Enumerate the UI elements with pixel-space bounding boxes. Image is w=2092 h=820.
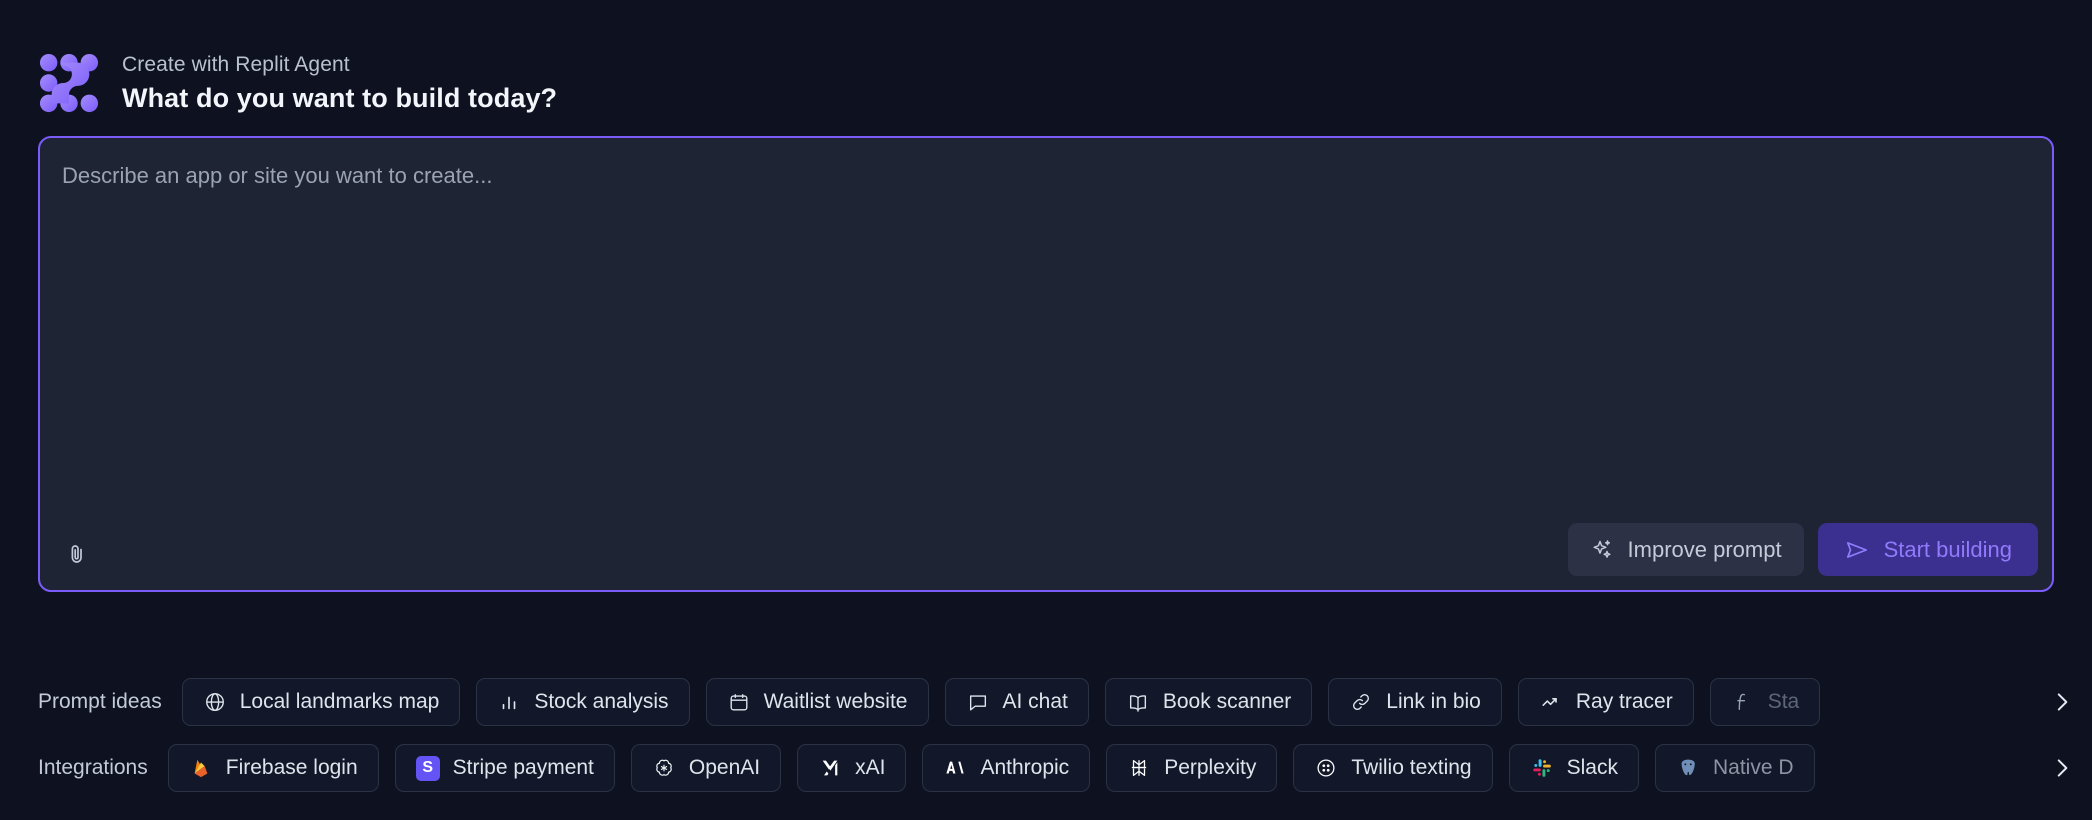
integrations-chips: Firebase login S Stripe payment OpenAI x… bbox=[167, 744, 1815, 792]
chip-label: Stripe payment bbox=[452, 756, 594, 779]
chip-label: Waitlist website bbox=[763, 690, 908, 713]
paperclip-icon bbox=[71, 545, 82, 563]
chip-label: Book scanner bbox=[1162, 690, 1292, 713]
integration-chip-stripe-payment[interactable]: S Stripe payment bbox=[394, 744, 615, 792]
start-building-label: Start building bbox=[1883, 536, 2012, 562]
slack-icon bbox=[1530, 756, 1554, 780]
prompt-input-placeholder[interactable]: Describe an app or site you want to crea… bbox=[62, 163, 492, 189]
start-building-button[interactable]: Start building bbox=[1817, 523, 2038, 576]
integration-chip-twilio-texting[interactable]: Twilio texting bbox=[1293, 744, 1493, 792]
anthropic-icon bbox=[943, 756, 967, 780]
prompt-ideas-fade bbox=[1886, 672, 2026, 732]
stripe-icon: S bbox=[415, 755, 440, 781]
book-open-icon bbox=[1126, 690, 1150, 714]
chip-label: Firebase login bbox=[225, 756, 358, 779]
integration-chip-xai[interactable]: xAI bbox=[797, 744, 907, 792]
integrations-fade bbox=[1886, 738, 2026, 798]
improve-prompt-button[interactable]: Improve prompt bbox=[1567, 523, 1804, 576]
globe-icon bbox=[203, 690, 227, 714]
chevron-right-icon bbox=[2057, 759, 2068, 777]
integration-chip-perplexity[interactable]: Perplexity bbox=[1106, 744, 1278, 792]
prompt-chip-local-landmarks-map[interactable]: Local landmarks map bbox=[181, 678, 461, 726]
prompt-ideas-scroll-right-button[interactable] bbox=[2042, 682, 2082, 722]
bar-chart-icon bbox=[497, 690, 521, 714]
prompt-chip-ray-tracer[interactable]: Ray tracer bbox=[1517, 678, 1694, 726]
chip-label: Anthropic bbox=[980, 756, 1070, 779]
trending-up-icon bbox=[1539, 690, 1563, 714]
integrations-scroll-right-button[interactable] bbox=[2042, 748, 2082, 788]
integration-chip-anthropic[interactable]: Anthropic bbox=[922, 744, 1091, 792]
chip-label: Ray tracer bbox=[1575, 690, 1673, 713]
prompt-ideas-chips: Local landmarks map Stock analysis Waitl… bbox=[181, 678, 1821, 726]
openai-icon bbox=[652, 756, 676, 780]
attach-file-button[interactable] bbox=[58, 535, 96, 573]
chip-label: Perplexity bbox=[1164, 756, 1257, 779]
prompt-ideas-row: Prompt ideas Local landmarks map Stock a bbox=[38, 672, 2092, 732]
chip-label: Twilio texting bbox=[1351, 756, 1472, 779]
xai-icon bbox=[818, 756, 842, 780]
chip-label: Link in bio bbox=[1386, 690, 1481, 713]
prompt-ideas-label: Prompt ideas bbox=[38, 690, 162, 713]
postgresql-icon bbox=[1676, 756, 1700, 780]
integration-chip-native-database[interactable]: Native D bbox=[1654, 744, 1815, 792]
function-icon bbox=[1731, 690, 1755, 714]
chip-label: xAI bbox=[855, 756, 886, 779]
perplexity-icon bbox=[1127, 756, 1151, 780]
prompt-chip-waitlist-website[interactable]: Waitlist website bbox=[705, 678, 929, 726]
integrations-row: Integrations Firebase login S Stripe pay… bbox=[38, 738, 2092, 798]
page-header: Create with Replit Agent What do you wan… bbox=[38, 0, 2054, 114]
integration-chip-slack[interactable]: Slack bbox=[1508, 744, 1639, 792]
integrations-label: Integrations bbox=[38, 756, 148, 779]
prompt-composer[interactable]: Describe an app or site you want to crea… bbox=[38, 136, 2054, 592]
chip-label: Local landmarks map bbox=[239, 690, 440, 713]
prompt-chip-ai-chat[interactable]: AI chat bbox=[944, 678, 1089, 726]
chip-label: AI chat bbox=[1002, 690, 1068, 713]
page-eyebrow: Create with Replit Agent bbox=[122, 52, 350, 76]
message-square-icon bbox=[966, 690, 990, 714]
composer-actions: Improve prompt Start building bbox=[1567, 523, 2038, 576]
chip-label: Native D bbox=[1712, 756, 1794, 779]
link-icon bbox=[1349, 690, 1373, 714]
improve-prompt-label: Improve prompt bbox=[1627, 536, 1782, 562]
chip-label: Slack bbox=[1566, 756, 1618, 779]
firebase-icon bbox=[189, 756, 213, 780]
prompt-chip-book-scanner[interactable]: Book scanner bbox=[1104, 678, 1313, 726]
integration-chip-openai[interactable]: OpenAI bbox=[630, 744, 782, 792]
send-icon bbox=[1846, 541, 1867, 558]
integration-chip-firebase-login[interactable]: Firebase login bbox=[167, 744, 379, 792]
twilio-icon bbox=[1314, 756, 1338, 780]
replit-logo-icon bbox=[39, 53, 99, 113]
prompt-chip-stats[interactable]: Sta bbox=[1709, 678, 1821, 726]
chip-label: OpenAI bbox=[688, 756, 761, 779]
page-title: What do you want to build today? bbox=[122, 82, 558, 113]
prompt-chip-stock-analysis[interactable]: Stock analysis bbox=[476, 678, 690, 726]
replit-agent-home: Create with Replit Agent What do you wan… bbox=[0, 0, 2092, 820]
suggestion-rows: Prompt ideas Local landmarks map Stock a bbox=[38, 672, 2092, 798]
sparkles-icon bbox=[1592, 539, 1611, 558]
prompt-chip-link-in-bio[interactable]: Link in bio bbox=[1328, 678, 1502, 726]
chip-label: Sta bbox=[1767, 690, 1800, 713]
chevron-right-icon bbox=[2057, 693, 2068, 711]
calendar-icon bbox=[727, 690, 751, 714]
chip-label: Stock analysis bbox=[534, 690, 669, 713]
